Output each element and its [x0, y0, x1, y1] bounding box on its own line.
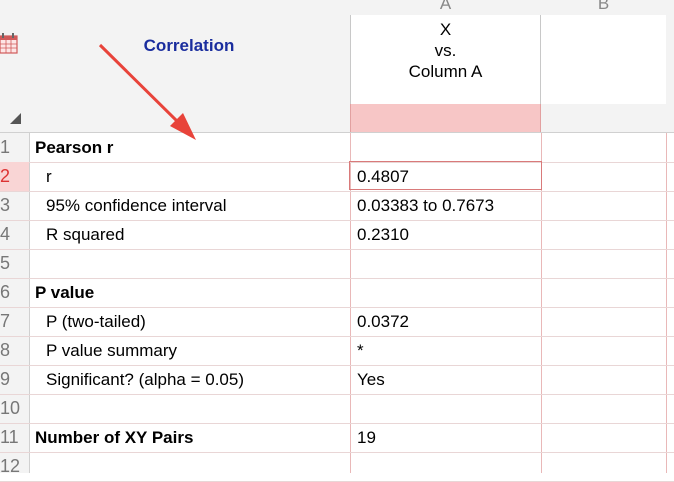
table-row: 7 P (two-tailed) 0.0372: [0, 307, 674, 337]
row-number[interactable]: 12: [0, 452, 22, 481]
table-row: 11 Number of XY Pairs 19: [0, 423, 674, 453]
column-letter-b[interactable]: B: [541, 0, 666, 15]
row-value[interactable]: 0.2310: [357, 220, 409, 249]
selected-cell-a2[interactable]: [349, 161, 542, 190]
row-number[interactable]: 7: [0, 307, 22, 336]
row-value[interactable]: Yes: [357, 365, 385, 394]
row-number[interactable]: 1: [0, 133, 22, 162]
table-row: 9 Significant? (alpha = 0.05) Yes: [0, 365, 674, 395]
row-number[interactable]: 3: [0, 191, 22, 220]
table-grid-icon[interactable]: [0, 33, 18, 55]
row-value[interactable]: 19: [357, 423, 376, 452]
row-label[interactable]: Number of XY Pairs: [35, 423, 193, 452]
corner-resize-icon[interactable]: [10, 113, 21, 124]
row-number[interactable]: 6: [0, 278, 22, 307]
row-label[interactable]: Pearson r: [35, 133, 113, 162]
row-label[interactable]: Significant? (alpha = 0.05): [46, 365, 244, 394]
table-row: 5: [0, 249, 674, 279]
row-number[interactable]: 11: [0, 423, 22, 452]
table-row: 2 r 0.4807: [0, 162, 674, 192]
row-label[interactable]: r: [46, 162, 52, 191]
row-label[interactable]: P (two-tailed): [46, 307, 146, 336]
row-number[interactable]: 10: [0, 394, 22, 423]
table-row: 6 P value: [0, 278, 674, 308]
column-a-header[interactable]: X vs. Column A: [350, 15, 541, 104]
row-value[interactable]: 0.0372: [357, 307, 409, 336]
table-row: 1 Pearson r: [0, 133, 674, 163]
row-number[interactable]: 9: [0, 365, 22, 394]
row-number[interactable]: 4: [0, 220, 22, 249]
column-b-header[interactable]: [541, 15, 667, 104]
row-label[interactable]: R squared: [46, 220, 124, 249]
row-label[interactable]: P value summary: [46, 336, 177, 365]
row-value[interactable]: 0.03383 to 0.7673: [357, 191, 494, 220]
column-a-title-line-2: vs.: [434, 41, 457, 60]
results-header: A B Correlation X vs. Column A: [0, 0, 674, 105]
row-number[interactable]: 5: [0, 249, 22, 278]
table-row: 12: [0, 452, 674, 482]
column-a-title-line-1: X: [439, 20, 452, 39]
row-label[interactable]: P value: [35, 278, 94, 307]
row-number[interactable]: 2: [0, 162, 29, 191]
table-row: 10: [0, 394, 674, 424]
title-row: [0, 104, 674, 133]
table-row: 3 95% confidence interval 0.03383 to 0.767…: [0, 191, 674, 221]
column-c-header-edge: [666, 0, 674, 104]
table-row: 4 R squared 0.2310: [0, 220, 674, 250]
table-row: 8 P value summary *: [0, 336, 674, 366]
column-a-title-line-3: Column A: [408, 62, 483, 81]
row-label[interactable]: 95% confidence interval: [46, 191, 227, 220]
column-letter-a[interactable]: A: [350, 0, 541, 15]
row-number[interactable]: 8: [0, 336, 22, 365]
column-a-title-cell[interactable]: [350, 104, 541, 132]
row-value[interactable]: *: [357, 336, 364, 365]
analysis-title[interactable]: Correlation: [30, 36, 348, 56]
